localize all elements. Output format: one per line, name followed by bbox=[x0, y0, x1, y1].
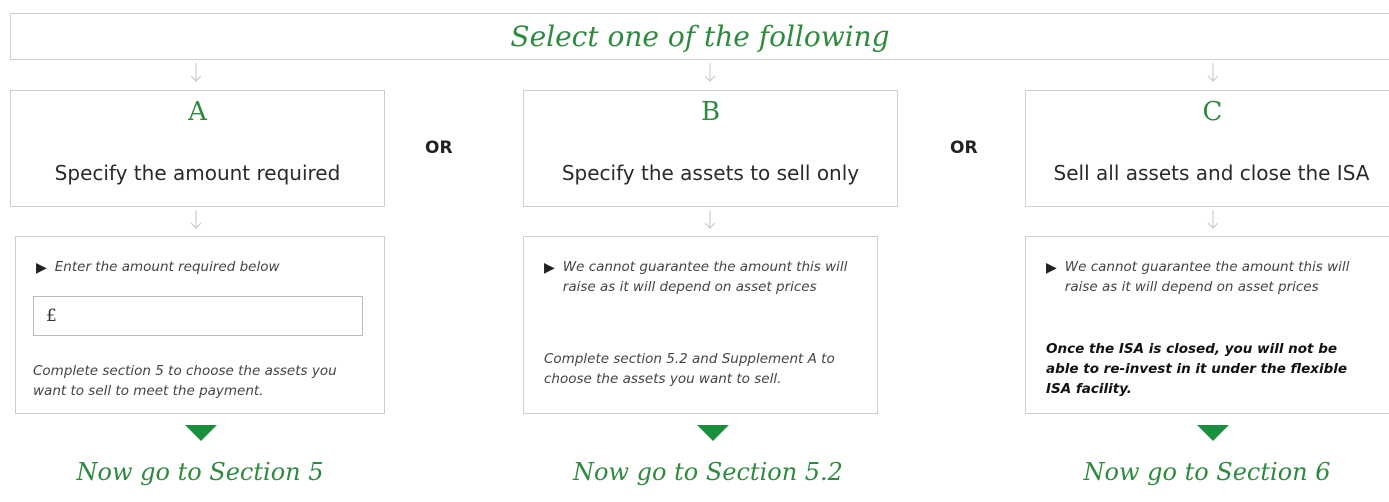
option-description: Specify the amount required bbox=[54, 161, 341, 185]
green-triangle-down-icon bbox=[1197, 425, 1229, 441]
closure-warning: Once the ISA is closed, you will not be … bbox=[1046, 341, 1348, 397]
option-letter: C bbox=[1202, 97, 1223, 127]
section-note: Complete section 5.2 and Supplement A to… bbox=[544, 351, 835, 387]
option-b-details: ▶ We cannot guarantee the amount this wi… bbox=[523, 236, 878, 414]
triangle-right-icon: ▶ bbox=[544, 260, 555, 276]
bullet-point: ▶ Enter the amount required below bbox=[36, 257, 356, 279]
option-letter: B bbox=[700, 97, 721, 127]
arrow-down-icon bbox=[1207, 210, 1219, 229]
bullet-text: We cannot guarantee the amount this will… bbox=[1064, 259, 1350, 295]
arrow-down-icon bbox=[1207, 63, 1219, 82]
green-triangle-down-icon bbox=[697, 425, 729, 441]
header-title: Select one of the following bbox=[510, 20, 890, 53]
arrow-down-icon bbox=[190, 210, 202, 229]
option-description: Specify the assets to sell only bbox=[561, 161, 860, 185]
option-a-details: ▶ Enter the amount required below £ Comp… bbox=[15, 236, 385, 414]
option-b-box[interactable]: B Specify the assets to sell only bbox=[523, 90, 898, 207]
currency-symbol: £ bbox=[46, 306, 57, 326]
or-separator: OR bbox=[425, 138, 453, 158]
green-triangle-down-icon bbox=[185, 425, 217, 441]
option-c-box[interactable]: C Sell all assets and close the ISA bbox=[1025, 90, 1389, 207]
goto-instruction: Now go to Section 5 bbox=[76, 458, 324, 486]
bullet-text: We cannot guarantee the amount this will… bbox=[562, 259, 848, 295]
arrow-down-icon bbox=[190, 63, 202, 82]
goto-instruction: Now go to Section 6 bbox=[1083, 458, 1331, 486]
arrow-down-icon bbox=[704, 210, 716, 229]
option-c-details: ▶ We cannot guarantee the amount this wi… bbox=[1025, 236, 1389, 414]
section-note: Complete section 5 to choose the assets … bbox=[33, 363, 337, 399]
option-a-box[interactable]: A Specify the amount required bbox=[10, 90, 385, 207]
bullet-point: ▶ We cannot guarantee the amount this wi… bbox=[1046, 257, 1366, 297]
option-letter: A bbox=[188, 97, 207, 127]
bullet-point: ▶ We cannot guarantee the amount this wi… bbox=[544, 257, 864, 297]
instruction-header: Select one of the following bbox=[10, 13, 1389, 60]
triangle-right-icon: ▶ bbox=[1046, 260, 1057, 276]
arrow-down-icon bbox=[704, 63, 716, 82]
bullet-text: Enter the amount required below bbox=[54, 259, 280, 275]
amount-required-input[interactable]: £ bbox=[33, 296, 363, 336]
goto-instruction: Now go to Section 5.2 bbox=[573, 458, 843, 486]
option-description: Sell all assets and close the ISA bbox=[1053, 161, 1370, 185]
or-separator: OR bbox=[950, 138, 978, 158]
triangle-right-icon: ▶ bbox=[36, 260, 47, 276]
